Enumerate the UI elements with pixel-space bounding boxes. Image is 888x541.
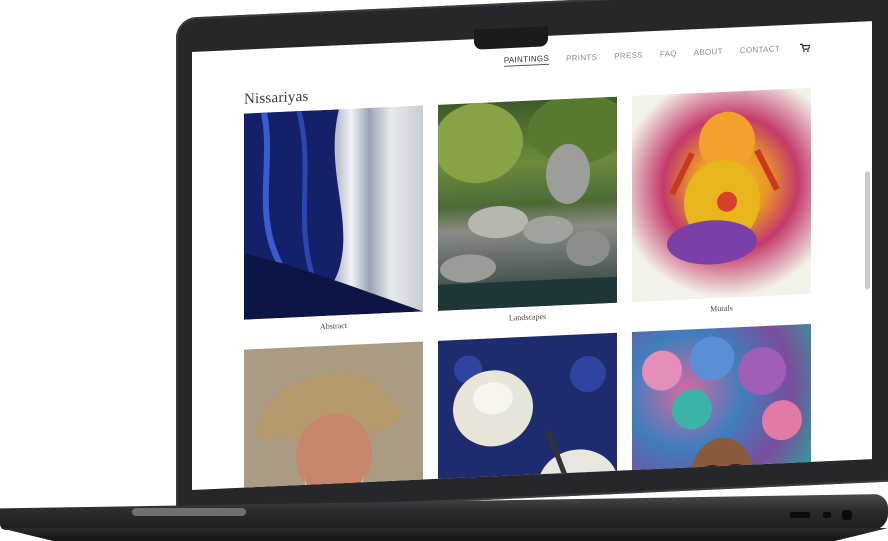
nav-contact[interactable]: CONTACT <box>740 44 780 55</box>
laptop-base-foot <box>0 528 888 541</box>
laptop-port <box>790 512 810 518</box>
laptop-port <box>842 510 852 520</box>
gallery-caption: Landscapes <box>508 311 547 323</box>
gallery-item-landscapes[interactable]: Landscapes <box>438 96 617 326</box>
shopping-cart-icon[interactable] <box>800 43 810 53</box>
gallery-caption: Murals <box>710 303 733 314</box>
nav-prints[interactable]: PRINTS <box>566 53 597 63</box>
laptop-port <box>823 512 831 518</box>
nav-paintings[interactable]: PAINTINGS <box>503 53 550 67</box>
gallery-item-murals[interactable]: Murals <box>632 87 811 317</box>
gallery-item-portrait[interactable] <box>244 341 423 491</box>
site-logo[interactable]: Nissariyas <box>244 89 309 109</box>
laptop-hinge-lip <box>132 508 246 516</box>
murals-painting-image[interactable] <box>632 87 811 303</box>
gallery-item-still-life[interactable] <box>438 332 617 491</box>
gallery-item-abstract[interactable]: Abstract <box>244 105 423 335</box>
still-life-painting-image[interactable] <box>438 332 617 491</box>
nav-press[interactable]: PRESS <box>614 51 643 61</box>
nav-faq[interactable]: FAQ <box>660 49 677 59</box>
nav-about[interactable]: ABOUT <box>694 47 723 57</box>
landscape-painting-image[interactable] <box>438 96 617 311</box>
gallery-caption: Abstract <box>319 320 348 332</box>
gallery-grid: Abstract Landscapes Murals <box>244 87 812 491</box>
portrait-painting-image[interactable] <box>244 341 423 491</box>
camera-notch <box>474 26 548 50</box>
page-scrollbar[interactable] <box>865 171 870 290</box>
browser-screen: Nissariyas PAINTINGS PRINTS PRESS FAQ AB… <box>192 21 872 491</box>
abstract-painting-image[interactable] <box>244 105 423 320</box>
